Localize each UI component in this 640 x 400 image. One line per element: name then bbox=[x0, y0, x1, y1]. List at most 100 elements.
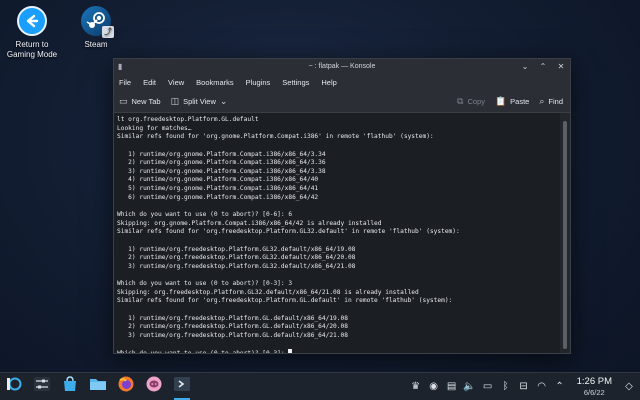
terminal-line: Which do you want to use (0 to abort)? [… bbox=[117, 280, 293, 288]
paste-icon: 📋 bbox=[494, 96, 507, 106]
menu-edit[interactable]: Edit bbox=[143, 78, 156, 87]
firefox-icon bbox=[117, 375, 135, 398]
menu-bookmarks[interactable]: Bookmarks bbox=[196, 78, 234, 87]
return-label-line2: Gaming Mode bbox=[6, 50, 58, 59]
copy-label: Copy bbox=[467, 97, 485, 106]
find-button[interactable]: ⌕ Find bbox=[539, 96, 563, 107]
toolbar: ▭ New Tab ◫ Split View ⌄ ⧉ Copy 📋 Paste … bbox=[114, 91, 570, 113]
dolphin-taskbar[interactable] bbox=[84, 373, 112, 400]
return-to-gaming-mode-shortcut[interactable]: Return to Gaming Mode bbox=[0, 6, 67, 60]
menu-help[interactable]: Help bbox=[321, 78, 336, 87]
steam-label: Steam bbox=[84, 40, 108, 49]
app-launcher-button[interactable] bbox=[0, 373, 28, 400]
game-mode-icon[interactable]: ♛ bbox=[409, 380, 423, 394]
find-label: Find bbox=[548, 97, 563, 106]
terminal-line: 4) runtime/org.gnome.Platform.Compat.i38… bbox=[117, 176, 319, 184]
system-settings-taskbar[interactable] bbox=[28, 373, 56, 400]
menu-plugins[interactable]: Plugins bbox=[246, 78, 271, 87]
tray-expand-icon[interactable]: ⌃ bbox=[553, 380, 567, 394]
terminal-line: Similar refs found for 'org.freedesktop.… bbox=[117, 228, 460, 236]
bluetooth-icon[interactable]: ᛒ bbox=[499, 380, 513, 394]
terminal-app-icon: ▮ bbox=[118, 62, 123, 71]
terminal-line: Skipping: org.freedesktop.Platform.GL32.… bbox=[117, 288, 419, 296]
menu-settings[interactable]: Settings bbox=[282, 78, 309, 87]
menubar: File Edit View Bookmarks Plugins Setting… bbox=[114, 74, 570, 91]
menu-view[interactable]: View bbox=[168, 78, 184, 87]
terminal-line: Which do you want to use (0 to abort)? [… bbox=[117, 211, 293, 219]
steam-tray-icon[interactable]: ◉ bbox=[427, 380, 441, 394]
split-view-icon: ◫ bbox=[170, 96, 180, 106]
battery-icon[interactable]: ▭ bbox=[481, 380, 495, 394]
terminal-line: lt org.freedesktop.Platform.GL.default bbox=[117, 116, 259, 123]
text-cursor bbox=[288, 349, 293, 353]
window-titlebar[interactable]: ▮ ~ : flatpak — Konsole ⌄ ⌃ ✕ bbox=[114, 59, 570, 74]
terminal-line: 6) runtime/org.gnome.Platform.Compat.i38… bbox=[117, 193, 319, 201]
terminal-line: 1) runtime/org.freedesktop.Platform.GL32… bbox=[117, 245, 356, 253]
discover-taskbar[interactable] bbox=[56, 373, 84, 400]
konsole-taskbar[interactable] bbox=[168, 373, 196, 400]
steam-logo-icon: ⤴ bbox=[81, 6, 114, 38]
scrollbar[interactable] bbox=[560, 113, 570, 353]
terminal-line: 1) runtime/org.gnome.Platform.Compat.i38… bbox=[117, 150, 326, 158]
terminal-line: 5) runtime/org.gnome.Platform.Compat.i38… bbox=[117, 185, 319, 193]
clock-time: 1:26 PM bbox=[576, 375, 612, 387]
terminal-line: Skipping: org.gnome.Platform.Compat.i386… bbox=[117, 219, 382, 227]
scrollbar-thumb[interactable] bbox=[563, 121, 567, 349]
search-icon: ⌕ bbox=[539, 96, 545, 106]
show-desktop-icon[interactable]: ◇ bbox=[622, 380, 636, 394]
audio-volume-icon[interactable]: 🔈 bbox=[463, 380, 477, 394]
system-tray: ♛ ◉ ▤ 🔈 ▭ ᛒ ⊟ ◠ ⌃ 1:26 PM 6/6/22 ◇ bbox=[409, 376, 640, 398]
new-tab-button[interactable]: ▭ New Tab bbox=[119, 96, 161, 107]
terminal-line: Similar refs found for 'org.gnome.Platfo… bbox=[117, 133, 434, 141]
steamdeck-launcher-icon bbox=[6, 376, 22, 397]
removable-device-icon[interactable]: ⊟ bbox=[517, 380, 531, 394]
terminal-line: 3) runtime/org.freedesktop.Platform.GL32… bbox=[117, 262, 356, 270]
minimize-icon[interactable]: ⌄ bbox=[520, 59, 530, 74]
konsole-window[interactable]: ▮ ~ : flatpak — Konsole ⌄ ⌃ ✕ File Edit … bbox=[113, 58, 571, 354]
new-tab-icon: ▭ bbox=[119, 96, 128, 106]
copy-button[interactable]: ⧉ Copy bbox=[457, 96, 485, 107]
chevron-down-icon: ⌄ bbox=[219, 96, 228, 106]
shortcut-badge-icon: ⤴ bbox=[102, 26, 114, 38]
clipboard-icon[interactable]: ▤ bbox=[445, 380, 459, 394]
terminal-line: 3) runtime/org.gnome.Platform.Compat.i38… bbox=[117, 167, 326, 175]
close-icon[interactable]: ✕ bbox=[556, 59, 566, 74]
split-view-label: Split View bbox=[183, 97, 216, 106]
terminal-line: 1) runtime/org.freedesktop.Platform.GL.d… bbox=[117, 314, 348, 322]
settings-sliders-icon bbox=[33, 375, 51, 398]
shopping-bag-icon bbox=[61, 375, 79, 398]
split-view-button[interactable]: ◫ Split View ⌄ bbox=[171, 96, 228, 107]
wifi-icon[interactable]: ◠ bbox=[535, 380, 549, 394]
terminal-line: Similar refs found for 'org.freedesktop.… bbox=[117, 297, 453, 305]
clock-date: 6/6/22 bbox=[583, 387, 605, 397]
discord-taskbar[interactable] bbox=[140, 373, 168, 400]
menu-file[interactable]: File bbox=[119, 78, 131, 87]
clock[interactable]: 1:26 PM 6/6/22 bbox=[577, 376, 612, 398]
terminal-line: Looking for matches… bbox=[117, 124, 192, 132]
terminal-icon bbox=[173, 375, 191, 398]
window-title: ~ : flatpak — Konsole bbox=[308, 63, 376, 70]
return-arrow-icon bbox=[17, 6, 47, 36]
chat-bubble-icon bbox=[145, 375, 163, 398]
paste-button[interactable]: 📋 Paste bbox=[495, 96, 529, 107]
terminal-line: 2) runtime/org.gnome.Platform.Compat.i38… bbox=[117, 159, 326, 167]
return-label-line1: Return to bbox=[15, 40, 49, 49]
steam-shortcut[interactable]: ⤴ Steam bbox=[61, 6, 131, 50]
copy-icon: ⧉ bbox=[457, 96, 464, 106]
terminal-line: 2) runtime/org.freedesktop.Platform.GL.d… bbox=[117, 323, 348, 331]
terminal-line: 3) runtime/org.freedesktop.Platform.GL.d… bbox=[117, 332, 348, 340]
taskbar: ♛ ◉ ▤ 🔈 ▭ ᛒ ⊟ ◠ ⌃ 1:26 PM 6/6/22 ◇ bbox=[0, 372, 640, 400]
terminal-line: Which do you want to use (0 to abort)? [… bbox=[117, 349, 557, 353]
new-tab-label: New Tab bbox=[131, 97, 161, 106]
folder-icon bbox=[89, 375, 107, 398]
terminal-output[interactable]: lt org.freedesktop.Platform.GL.default Lo… bbox=[114, 113, 560, 353]
terminal-line: 2) runtime/org.freedesktop.Platform.GL32… bbox=[117, 254, 356, 262]
maximize-icon[interactable]: ⌃ bbox=[538, 59, 548, 74]
firefox-taskbar[interactable] bbox=[112, 373, 140, 400]
